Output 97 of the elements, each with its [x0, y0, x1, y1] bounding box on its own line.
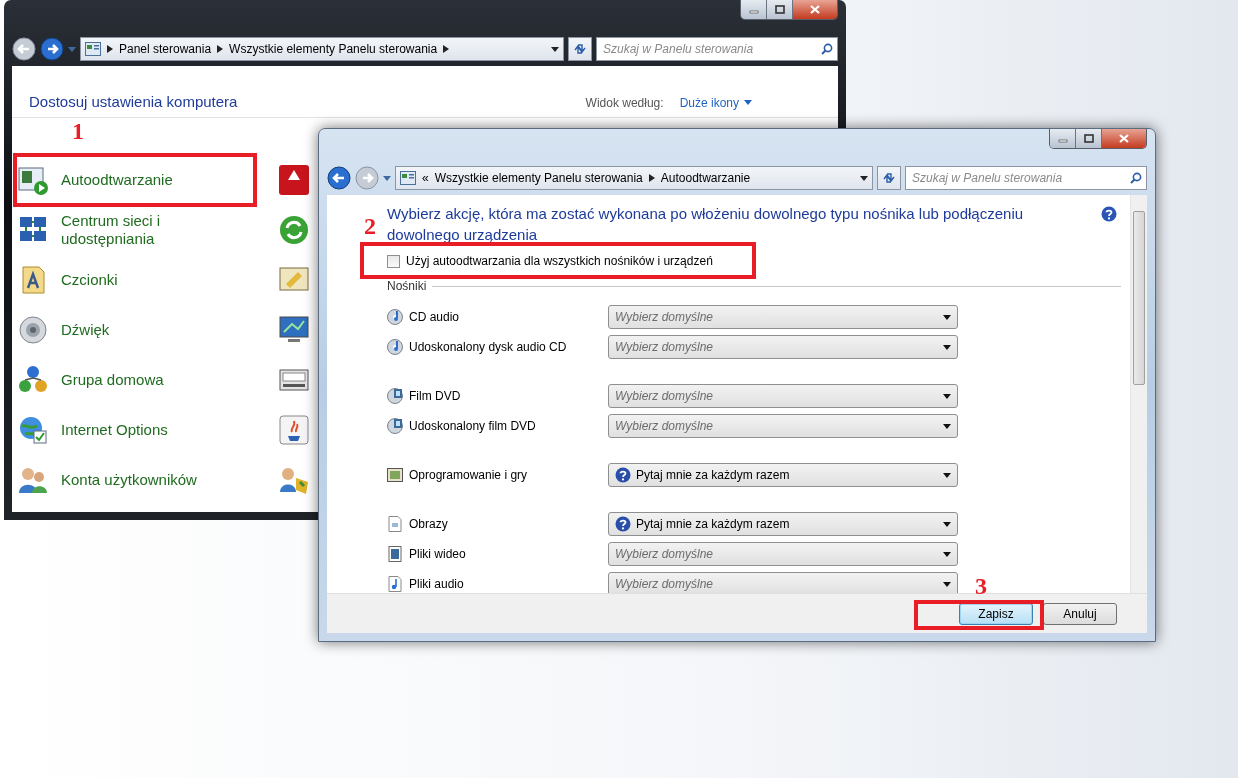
close-icon — [810, 5, 820, 14]
control-panel-icon — [400, 171, 416, 185]
question-icon — [615, 467, 631, 483]
view-label: Widok według: — [585, 94, 664, 112]
page-heading: Dostosuj ustawienia komputera — [29, 92, 238, 113]
help-icon[interactable] — [1101, 206, 1117, 222]
action-dropdown[interactable]: Wybierz domyślne — [608, 542, 958, 566]
back-button[interactable] — [12, 37, 36, 61]
close-button[interactable] — [1102, 129, 1146, 148]
control-panel-item[interactable]: Dźwięk — [12, 312, 278, 348]
separator-icon[interactable] — [443, 45, 450, 53]
separator-icon[interactable] — [107, 45, 113, 53]
media-type-label: Film DVD — [409, 388, 461, 405]
minimize-button[interactable] — [741, 0, 767, 19]
disc-film-icon — [387, 418, 403, 434]
search-field[interactable]: Szukaj w Panelu sterowania — [601, 39, 821, 59]
caret-icon — [744, 100, 752, 105]
action-dropdown[interactable]: Pytaj mnie za każdym razem — [608, 512, 958, 536]
media-type-label: CD audio — [409, 309, 460, 326]
maximize-icon — [774, 5, 785, 14]
breadcrumb[interactable]: Panel sterowania — [119, 40, 212, 58]
back-button[interactable] — [327, 166, 351, 190]
section-label: Nośniki — [387, 278, 427, 295]
caret-icon — [943, 423, 951, 429]
disc-film-icon — [387, 388, 403, 404]
action-dropdown[interactable]: Wybierz domyślne — [608, 572, 958, 593]
search-box[interactable]: Szukaj w Panelu sterowania — [905, 166, 1147, 190]
control-panel-item[interactable]: Autoodtwarzanie — [12, 162, 278, 198]
separator-icon[interactable] — [648, 174, 655, 182]
refresh-icon — [882, 171, 896, 185]
breadcrumb[interactable]: Wszystkie elementy Panelu sterowania — [434, 169, 643, 187]
page-heading: Wybierz akcję, która ma zostać wykonana po włożeniu dowolnego typu nośnika lub podłączeniu dowolnego urządzenia — [387, 204, 1025, 245]
caret-icon — [943, 472, 951, 478]
caret-icon — [943, 393, 951, 399]
control-panel-icon — [85, 42, 101, 56]
action-dropdown[interactable]: Wybierz domyślne — [608, 384, 958, 408]
address-bar[interactable]: Panel sterowania Wszystkie elementy Panelu sterowania — [80, 37, 564, 61]
cd-icon — [387, 339, 403, 355]
control-panel-item[interactable]: Grupa domowa — [12, 362, 278, 398]
cup-icon[interactable] — [278, 414, 310, 446]
media-type-label: Udoskonalony film DVD — [409, 418, 536, 435]
breadcrumb[interactable]: Wszystkie elementy Panelu sterowania — [229, 40, 438, 58]
search-icon — [1130, 172, 1142, 184]
video-file-icon — [387, 546, 403, 562]
checkbox[interactable] — [387, 254, 400, 268]
action-dropdown[interactable]: Pytaj mnie za każdym razem — [608, 463, 958, 487]
search-icon — [821, 43, 833, 55]
dialog-button[interactable]: Anuluj — [1043, 602, 1117, 625]
refresh-button[interactable] — [877, 166, 901, 190]
action-dropdown[interactable]: Wybierz domyślne — [608, 305, 958, 329]
shield-icon[interactable] — [278, 164, 310, 196]
step-number: 2 — [364, 214, 376, 238]
media-type-label: Obrazy — [409, 516, 448, 533]
action-dropdown[interactable]: Wybierz domyślne — [608, 414, 958, 438]
search-field[interactable]: Szukaj w Panelu sterowania — [910, 168, 1130, 188]
address-bar[interactable]: « Wszystkie elementy Panelu sterowania Autoodtwarzanie — [395, 166, 873, 190]
action-dropdown[interactable]: Wybierz domyślne — [608, 335, 958, 359]
forward-button[interactable] — [40, 37, 64, 61]
step-number: 3 — [975, 574, 987, 598]
cd-icon — [387, 309, 403, 325]
caret-icon — [943, 344, 951, 350]
step-number: 1 — [72, 119, 84, 143]
media-type-label: Pliki audio — [409, 576, 464, 593]
view-dropdown[interactable]: Duże ikony — [679, 93, 752, 112]
media-type-label: Udoskonalony dysk audio CD — [409, 339, 567, 356]
control-panel-item[interactable]: Centrum sieci i udostępniania — [12, 212, 278, 248]
maximize-icon — [1083, 134, 1094, 143]
caret-icon — [943, 314, 951, 320]
globe-icon — [17, 414, 49, 446]
question-icon — [615, 516, 631, 532]
separator-icon[interactable] — [217, 45, 224, 53]
overflow-mark[interactable]: « — [422, 169, 429, 187]
close-button[interactable] — [793, 0, 837, 19]
search-box[interactable]: Szukaj w Panelu sterowania — [596, 37, 838, 61]
dropdown-caret-icon[interactable] — [860, 175, 868, 181]
sync-icon[interactable] — [278, 214, 310, 246]
media-type-label: Oprogramowanie i gry — [409, 467, 528, 484]
dialog-button[interactable]: Zapisz — [959, 602, 1033, 625]
media-type-label: Pliki wideo — [409, 546, 466, 563]
image-file-icon — [387, 516, 403, 532]
dropdown-caret-icon[interactable] — [551, 46, 559, 52]
scrollbar[interactable] — [1130, 195, 1147, 593]
refresh-icon — [573, 42, 587, 56]
autoplay-icon — [17, 164, 49, 196]
caret-icon — [943, 551, 951, 557]
refresh-button[interactable] — [568, 37, 592, 61]
close-icon — [1119, 134, 1129, 143]
breadcrumb[interactable]: Autoodtwarzanie — [660, 169, 751, 187]
control-panel-item[interactable]: Czcionki — [12, 262, 278, 298]
caret-icon — [943, 521, 951, 527]
caret-icon — [943, 581, 951, 587]
checkbox-label[interactable]: Użyj autoodtwarzania dla wszystkich nośników i urządzeń — [406, 252, 713, 270]
control-panel-item[interactable]: Konta użytkowników — [12, 462, 278, 498]
maximize-button[interactable] — [767, 0, 793, 19]
minimize-button[interactable] — [1050, 129, 1076, 148]
control-panel-item[interactable]: Internet Options — [12, 412, 278, 448]
maximize-button[interactable] — [1076, 129, 1102, 148]
